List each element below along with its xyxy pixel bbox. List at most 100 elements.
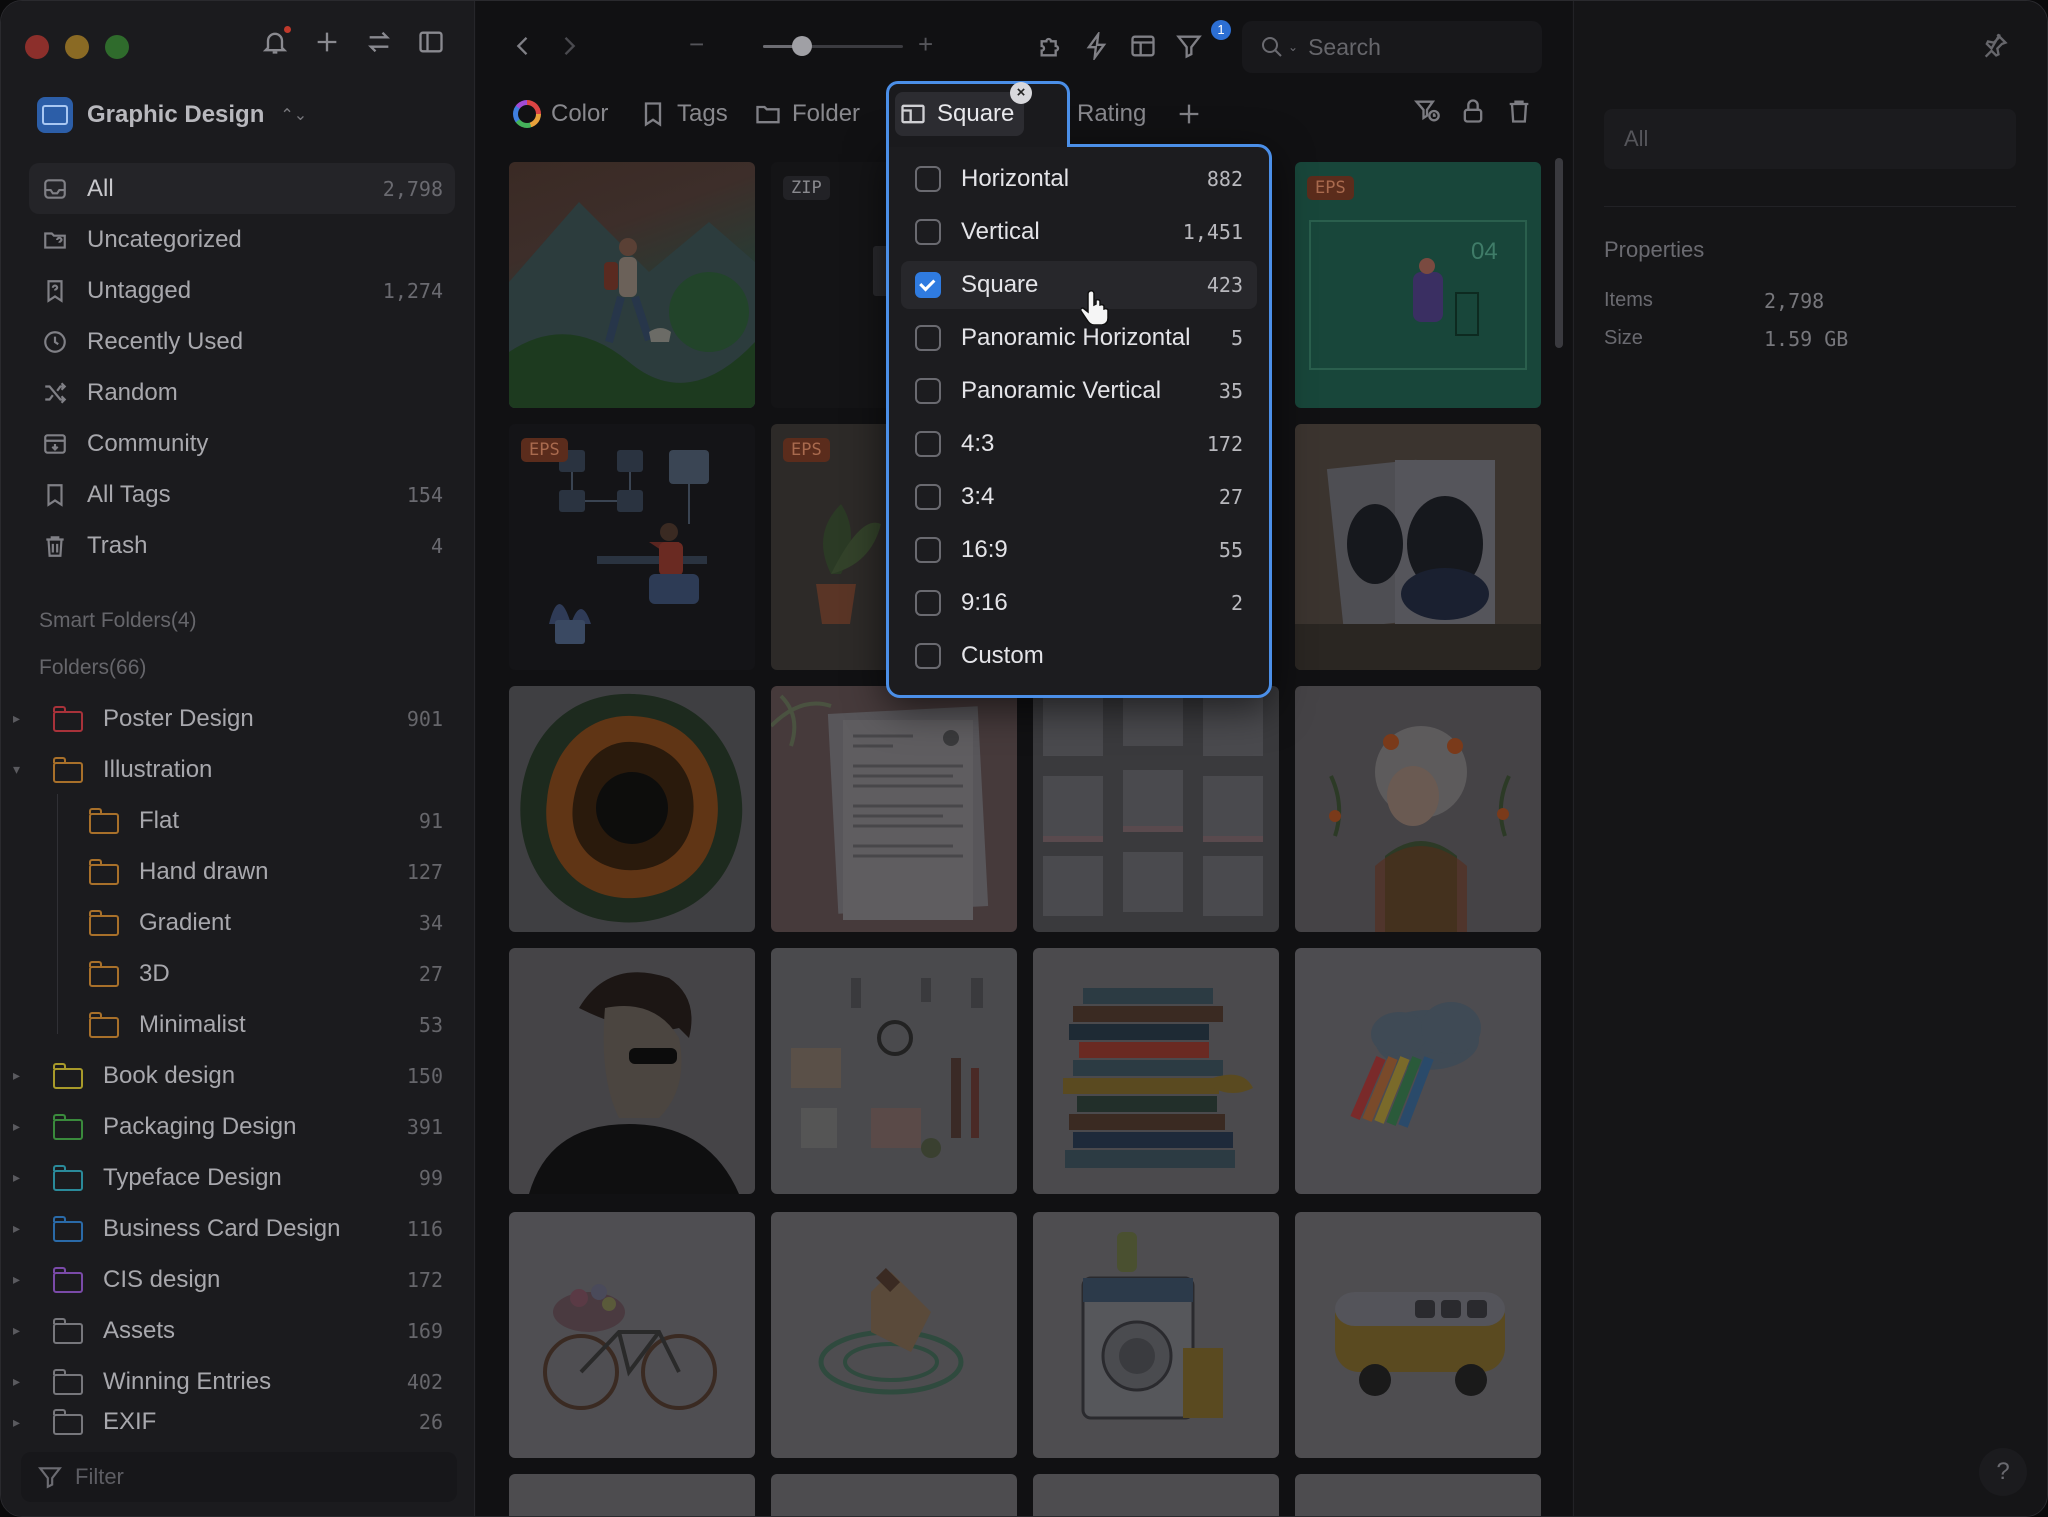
extensions-button[interactable]: [1034, 29, 1068, 63]
back-button[interactable]: [506, 29, 540, 63]
checkbox[interactable]: [915, 378, 941, 404]
thumbnail-objects-sheet[interactable]: [771, 948, 1017, 1194]
caret-right-icon[interactable]: ▸: [13, 1067, 27, 1084]
folders-header[interactable]: Folders(66): [39, 656, 146, 680]
grid-scrollbar[interactable]: [1555, 158, 1563, 348]
thumbnail-van[interactable]: [1295, 1212, 1541, 1458]
search-input[interactable]: [1308, 33, 1509, 61]
thumbnail-washing-machine[interactable]: [1033, 1212, 1279, 1458]
thumbnail-partial[interactable]: [509, 1474, 755, 1516]
zoom-slider-handle[interactable]: [792, 36, 812, 56]
caret-right-icon[interactable]: ▸: [13, 1118, 27, 1135]
add-filter-button[interactable]: [1175, 94, 1203, 134]
sync-button[interactable]: [364, 27, 394, 57]
shape-option[interactable]: 3:4 27: [901, 473, 1257, 521]
shape-option[interactable]: Horizontal 882: [901, 155, 1257, 203]
folder-item[interactable]: ▾ Illustration: [1, 744, 475, 795]
filter-settings-button[interactable]: [1410, 94, 1444, 128]
folder-item[interactable]: ▸ Business Card Design 116: [1, 1203, 475, 1254]
sidebar-filter-input[interactable]: Filter: [21, 1452, 457, 1502]
caret-right-icon[interactable]: ▸: [13, 1271, 27, 1288]
caret-right-icon[interactable]: ▸: [13, 1414, 27, 1431]
sidebar-item-trash[interactable]: Trash 4: [29, 520, 455, 571]
thumbnail-bicycle[interactable]: [509, 1212, 755, 1458]
filter-toggle-button[interactable]: [1172, 29, 1206, 63]
shape-option[interactable]: Square 423: [901, 261, 1257, 309]
checkbox-checked[interactable]: [915, 272, 941, 298]
folder-item[interactable]: ▸ Poster Design 901: [1, 693, 475, 744]
checkbox[interactable]: [915, 219, 941, 245]
close-window-button[interactable]: [25, 35, 49, 59]
filter-tags[interactable]: Tags: [639, 94, 728, 134]
sidebar-item-all[interactable]: All 2,798: [29, 163, 455, 214]
minimize-window-button[interactable]: [65, 35, 89, 59]
folder-item[interactable]: ▸ Typeface Design 99: [1, 1152, 475, 1203]
lock-filter-button[interactable]: [1456, 94, 1490, 128]
folder-item[interactable]: 3D 27: [1, 948, 475, 999]
caret-right-icon[interactable]: ▸: [13, 1373, 27, 1390]
sidebar-item-community[interactable]: Community: [29, 418, 455, 469]
checkbox[interactable]: [915, 166, 941, 192]
thumbnail-presentation[interactable]: EPS 04: [1295, 162, 1541, 408]
caret-down-icon[interactable]: ▾: [13, 761, 27, 778]
notifications-button[interactable]: [260, 26, 291, 57]
thumbnail-book-stack[interactable]: [1033, 948, 1279, 1194]
search-box[interactable]: ⌄: [1242, 21, 1542, 73]
thumbnail-resume[interactable]: [771, 686, 1017, 932]
thumbnail-book-covers[interactable]: [1295, 424, 1541, 670]
sidebar-item-random[interactable]: Random: [29, 367, 455, 418]
checkbox[interactable]: [915, 325, 941, 351]
layout-button[interactable]: [1126, 29, 1160, 63]
checkbox[interactable]: [915, 537, 941, 563]
folder-item[interactable]: ▸ Packaging Design 391: [1, 1101, 475, 1152]
filter-color[interactable]: Color: [513, 94, 608, 134]
folder-item[interactable]: ▸ EXIF 26: [1, 1407, 475, 1437]
thumbnail-rainbow-cloud[interactable]: [1295, 948, 1541, 1194]
thumbnail-abstract-rings[interactable]: [509, 686, 755, 932]
thumbnail-girl[interactable]: [1295, 686, 1541, 932]
thumbnail-man-portrait[interactable]: [509, 948, 755, 1194]
toggle-sidebar-button[interactable]: [416, 27, 446, 57]
thumbnail-bottle[interactable]: [771, 1212, 1017, 1458]
caret-right-icon[interactable]: ▸: [13, 1220, 27, 1237]
shape-option[interactable]: Vertical 1,451: [901, 208, 1257, 256]
thumbnail-partial[interactable]: [1295, 1474, 1541, 1516]
folder-item[interactable]: ▸ CIS design 172: [1, 1254, 475, 1305]
shape-option[interactable]: Custom: [901, 632, 1257, 680]
checkbox[interactable]: [915, 431, 941, 457]
filter-folder[interactable]: Folder: [754, 94, 860, 134]
folder-item[interactable]: ▸ Assets 169: [1, 1305, 475, 1356]
checkbox[interactable]: [915, 484, 941, 510]
clear-filters-button[interactable]: [1502, 94, 1536, 128]
checkbox[interactable]: [915, 590, 941, 616]
thumbnail-hiker[interactable]: [509, 162, 755, 408]
filter-shape-chip[interactable]: Square: [895, 92, 1025, 136]
shape-option[interactable]: 9:16 2: [901, 579, 1257, 627]
help-button[interactable]: ?: [1979, 1448, 2027, 1496]
zoom-out-button[interactable]: −: [689, 29, 704, 60]
folder-item[interactable]: Gradient 34: [1, 897, 475, 948]
sidebar-item-untagged[interactable]: Untagged 1,274: [29, 265, 455, 316]
filter-shape-active[interactable]: Square ×: [886, 81, 1070, 147]
caret-right-icon[interactable]: ▸: [13, 710, 27, 727]
folder-item[interactable]: Minimalist 53: [1, 999, 475, 1050]
shape-option[interactable]: Panoramic Horizontal 5: [901, 314, 1257, 362]
library-switcher[interactable]: Graphic Design ⌃⌄: [37, 97, 307, 133]
shape-option[interactable]: 4:3 172: [901, 420, 1257, 468]
pin-button[interactable]: [1981, 31, 2009, 64]
sidebar-item-all-tags[interactable]: All Tags 154: [29, 469, 455, 520]
sidebar-item-recently-used[interactable]: Recently Used: [29, 316, 455, 367]
thumbnail-partial[interactable]: [771, 1474, 1017, 1516]
folder-item[interactable]: ▸ Winning Entries 402: [1, 1356, 475, 1407]
add-button[interactable]: [312, 27, 342, 57]
sidebar-item-uncategorized[interactable]: Uncategorized: [29, 214, 455, 265]
remove-filter-button[interactable]: ×: [1010, 82, 1032, 104]
smart-folders-header[interactable]: Smart Folders(4): [39, 609, 197, 633]
actions-button[interactable]: [1080, 29, 1114, 63]
maximize-window-button[interactable]: [105, 35, 129, 59]
folder-scope-field[interactable]: All: [1604, 109, 2016, 169]
folder-item[interactable]: ▸ Book design 150: [1, 1050, 475, 1101]
thumbnail-workspace[interactable]: EPS: [509, 424, 755, 670]
zoom-in-button[interactable]: +: [918, 29, 933, 60]
caret-right-icon[interactable]: ▸: [13, 1322, 27, 1339]
